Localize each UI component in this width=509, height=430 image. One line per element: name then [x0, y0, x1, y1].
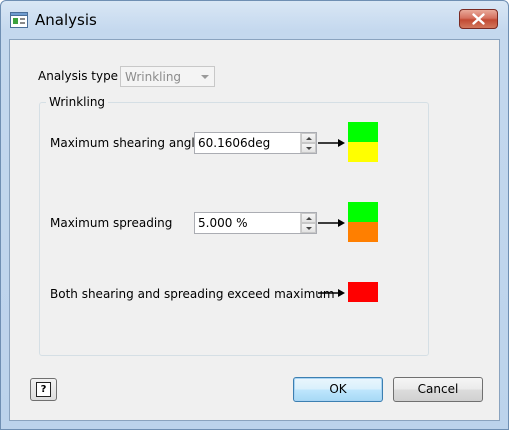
analysis-type-select[interactable]: Wrinkling: [120, 66, 215, 87]
analysis-type-label: Analysis type: [38, 69, 119, 83]
title-bar: Analysis: [1, 1, 508, 39]
both-exceed-label: Both shearing and spreading exceed maxim…: [50, 287, 335, 301]
max-shearing-angle-value: 60.1606deg: [198, 136, 271, 150]
up-arrow-icon: [306, 137, 312, 140]
down-arrow-icon: [306, 147, 312, 150]
ok-button[interactable]: OK: [293, 377, 383, 402]
spin-down-button[interactable]: [301, 223, 316, 233]
color-cell-red: [348, 282, 378, 302]
spin-buttons: [300, 213, 316, 233]
spin-up-button[interactable]: [301, 213, 316, 223]
arrow-right-icon: [318, 219, 345, 227]
analysis-type-value: Wrinkling: [125, 70, 182, 84]
help-button[interactable]: ?: [30, 378, 57, 401]
chevron-down-icon: [201, 75, 209, 79]
spin-up-button[interactable]: [301, 133, 316, 143]
arrow-right-icon: [318, 139, 345, 147]
close-button[interactable]: [459, 9, 498, 29]
max-shearing-angle-input[interactable]: 60.1606deg: [194, 132, 317, 154]
app-icon: [10, 12, 28, 28]
color-cell-orange: [348, 222, 378, 242]
dialog-body: Analysis type Wrinkling Wrinkling Maximu…: [9, 39, 500, 421]
shearing-color-swatch: [348, 122, 378, 162]
color-cell-green: [348, 202, 378, 222]
up-arrow-icon: [306, 217, 312, 220]
max-spreading-value: 5.000 %: [198, 216, 248, 230]
max-spreading-label: Maximum spreading: [50, 216, 173, 230]
color-cell-green: [348, 122, 378, 142]
close-icon: [472, 13, 485, 25]
max-spreading-input[interactable]: 5.000 %: [194, 212, 317, 234]
color-cell-yellow: [348, 142, 378, 162]
analysis-dialog: Analysis Analysis type Wrinkling Wrinkli…: [0, 0, 509, 430]
group-title: Wrinkling: [46, 95, 109, 109]
cancel-button[interactable]: Cancel: [393, 377, 483, 402]
spin-down-button[interactable]: [301, 143, 316, 153]
spin-buttons: [300, 133, 316, 153]
window-title: Analysis: [35, 11, 97, 29]
arrow-right-icon: [318, 289, 345, 297]
spreading-color-swatch: [348, 202, 378, 242]
help-icon: ?: [36, 382, 51, 397]
down-arrow-icon: [306, 227, 312, 230]
both-exceed-color-swatch: [348, 282, 378, 302]
max-shearing-angle-label: Maximum shearing angle: [50, 136, 203, 150]
